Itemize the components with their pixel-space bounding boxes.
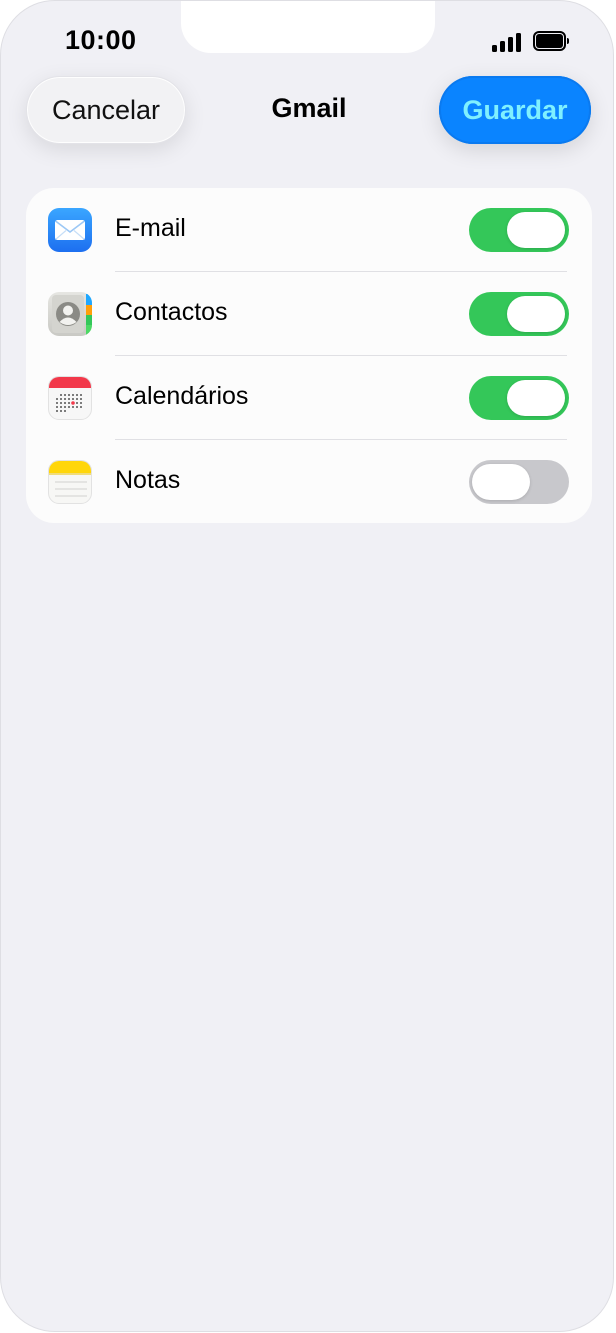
list-item-contacts: Contactos — [26, 272, 592, 356]
mail-toggle[interactable] — [469, 208, 569, 252]
list-item-mail: E-mail — [26, 188, 592, 272]
notes-label: Notas — [115, 466, 181, 494]
mail-icon — [48, 208, 92, 252]
calendars-label: Calendários — [115, 382, 249, 410]
calendars-toggle[interactable] — [469, 376, 569, 420]
battery-icon — [533, 31, 569, 51]
notes-icon — [48, 460, 92, 504]
account-services-list: E-mail Contactos Calendários Notas — [26, 188, 592, 523]
phone-screen: 10:00 Cancelar Gmail Guardar E-mail Cont… — [1, 1, 613, 1331]
notch — [181, 1, 435, 53]
list-item-notes: Notas — [26, 440, 592, 524]
cancel-button[interactable]: Cancelar — [26, 76, 186, 144]
page-title: Gmail — [271, 93, 347, 123]
status-time: 10:00 — [65, 25, 137, 55]
contacts-label: Contactos — [115, 298, 228, 326]
list-item-calendars: Calendários — [26, 356, 592, 440]
cellular-signal-icon — [492, 32, 524, 52]
mail-label: E-mail — [115, 214, 186, 242]
calendar-icon — [48, 376, 92, 420]
notes-toggle[interactable] — [469, 460, 569, 504]
save-button[interactable]: Guardar — [439, 76, 591, 144]
contacts-toggle[interactable] — [469, 292, 569, 336]
contacts-icon — [48, 292, 92, 336]
